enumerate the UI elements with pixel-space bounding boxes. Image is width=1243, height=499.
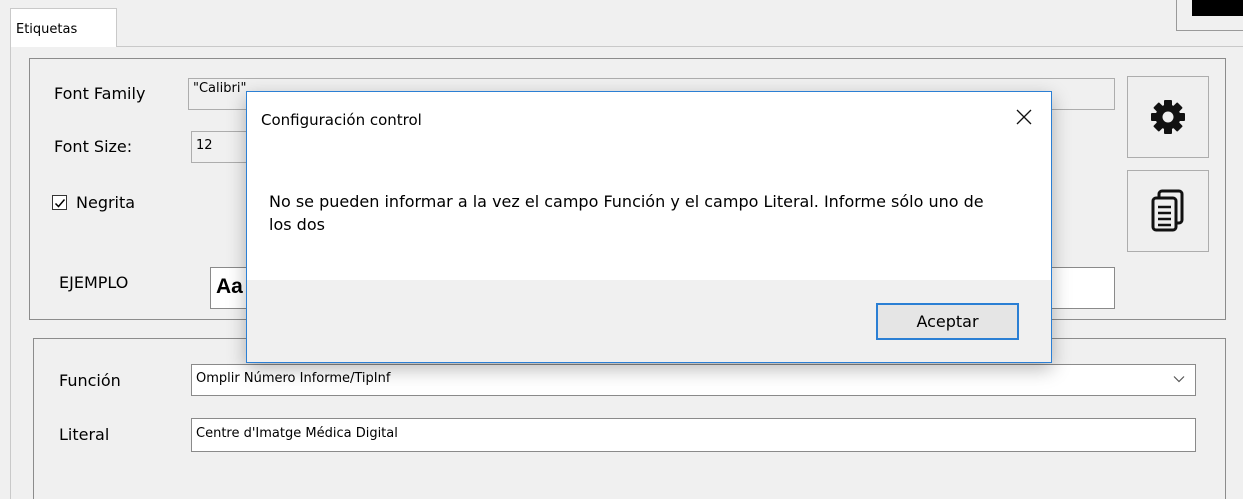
function-label: Función [59, 371, 121, 390]
tab-label: Etiquetas [16, 22, 78, 37]
copy-document-icon [1151, 189, 1184, 232]
literal-label: Literal [59, 425, 110, 444]
close-icon [1016, 109, 1032, 125]
example-preview-text: Aa [216, 275, 243, 298]
bold-label: Negrita [76, 193, 136, 212]
window-corner-bar [1192, 0, 1243, 16]
copy-button[interactable] [1127, 170, 1209, 252]
chevron-down-icon [1173, 376, 1185, 383]
message-dialog: Configuración control No se pueden infor… [246, 91, 1052, 363]
tab-etiquetas[interactable]: Etiquetas [10, 8, 117, 47]
tab-panel-border [10, 46, 11, 499]
font-size-label: Font Size: [54, 137, 133, 156]
example-label: EJEMPLO [59, 273, 129, 292]
settings-button[interactable] [1127, 76, 1209, 158]
literal-input-value: Centre d'Imatge Médica Digital [196, 426, 398, 441]
accept-button[interactable]: Aceptar [876, 303, 1019, 340]
font-family-label: Font Family [54, 84, 146, 103]
checkmark-icon [54, 199, 66, 208]
dialog-footer: Aceptar [247, 280, 1051, 362]
dialog-title: Configuración control [261, 111, 422, 129]
font-size-value: 12 [196, 138, 213, 153]
bold-checkbox[interactable] [52, 195, 67, 210]
literal-input[interactable]: Centre d'Imatge Médica Digital [191, 418, 1196, 452]
dialog-close-button[interactable] [1009, 103, 1039, 131]
dialog-message: No se pueden informar a la vez el campo … [269, 192, 984, 234]
font-family-value: "Calibri" [193, 81, 247, 96]
function-select-value: Omplir Número Informe/TipInf [196, 371, 391, 386]
tab-active-joint [11, 46, 116, 47]
tab-strip-divider [10, 46, 1243, 47]
gear-icon [1151, 100, 1185, 134]
font-size-field[interactable]: 12 [191, 131, 251, 163]
function-select[interactable]: Omplir Número Informe/TipInf [191, 364, 1196, 396]
